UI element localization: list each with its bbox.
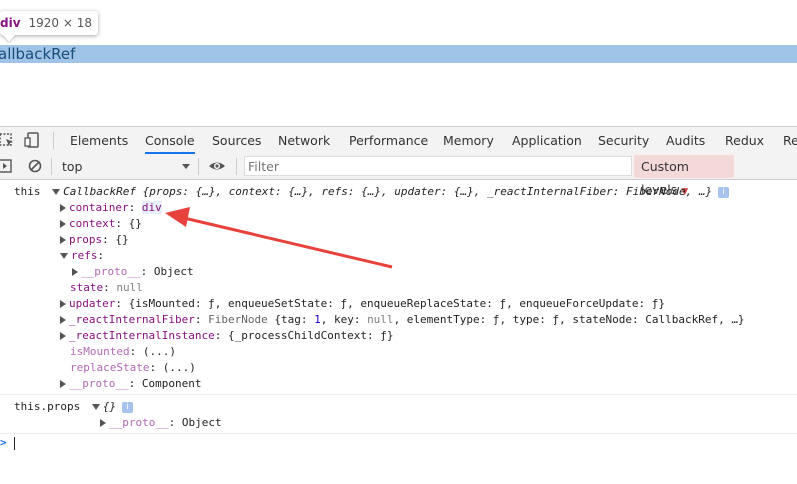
annotation-arrow-line — [183, 216, 393, 269]
annotation-arrow-head — [165, 207, 190, 227]
annotation-arrow — [165, 207, 393, 269]
